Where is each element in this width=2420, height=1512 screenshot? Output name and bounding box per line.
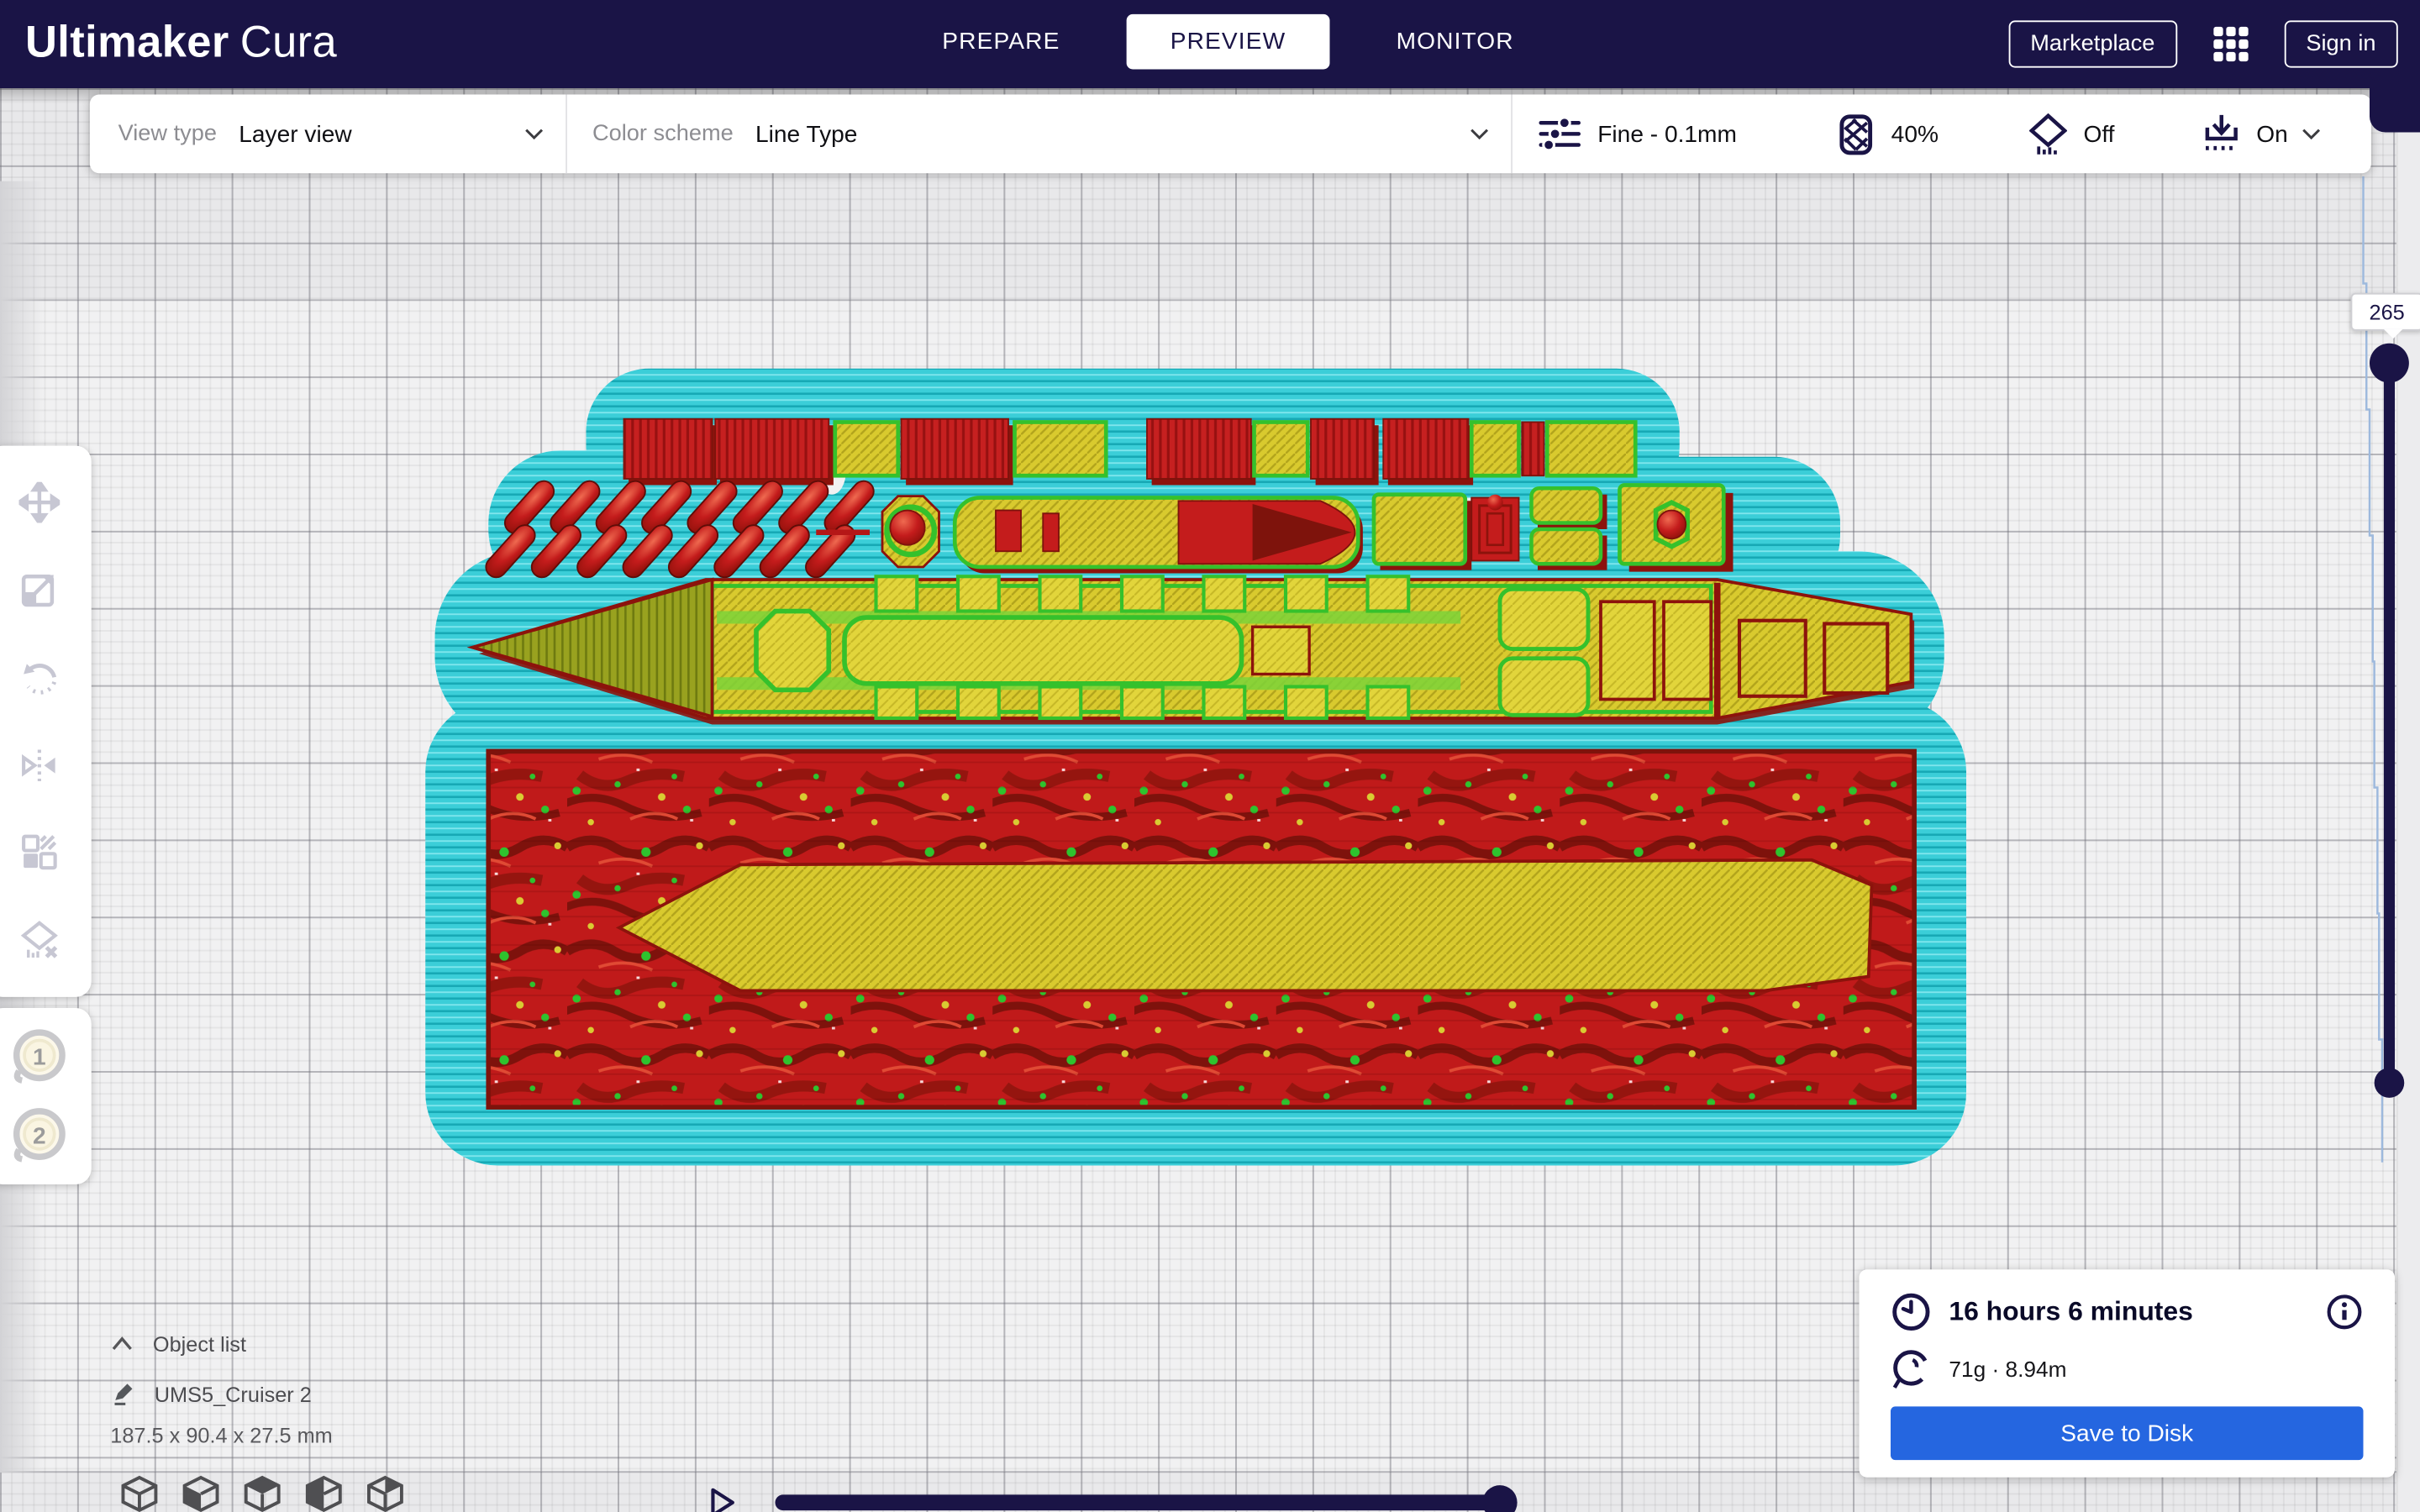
extruder-2-number: 2 [33,1121,46,1149]
view-3d-icon[interactable] [118,1474,161,1512]
mirror-tool-button[interactable] [8,733,71,796]
adhesion-value: On [2256,120,2288,148]
header-right-extension [2370,88,2420,133]
extruder-panel: 1 2 [0,1008,92,1184]
extruder-1-number: 1 [33,1043,46,1071]
main-header: Ultimaker Cura PREPARE PREVIEW MONITOR Ma… [0,0,2420,88]
color-scheme-label: Color scheme [592,121,734,147]
support-value: Off [2083,120,2115,148]
chevron-up-icon [112,1336,132,1351]
print-settings-sliders-icon [1539,116,1581,152]
object-list-item[interactable]: UMS5_Cruiser 2 [110,1373,333,1415]
infill-icon [1840,113,1873,155]
stage-tabs: PREPARE PREVIEW MONITOR [923,13,1534,70]
extruder-2-button[interactable]: 2 [8,1104,71,1167]
current-layer-value: 265 [2369,300,2405,324]
marketplace-button[interactable]: Marketplace [2008,20,2177,68]
view-type-value: Layer view [239,120,352,148]
tab-prepare[interactable]: PREPARE [923,14,1079,70]
color-scheme-dropdown[interactable]: Color scheme Line Type [567,94,1512,174]
move-tool-button[interactable] [8,470,71,533]
chevron-down-icon[interactable] [2302,128,2321,140]
material-spool-icon [1892,1350,1929,1389]
tool-panel [0,445,92,997]
preview-toolbar: View type Layer view Color scheme Line T… [89,94,2371,174]
logo-ultimaker: Ultimaker [25,17,229,66]
layer-slider-upper-handle[interactable] [2370,343,2409,383]
layer-slider-track[interactable] [2383,359,2395,1087]
rename-pencil-icon [114,1383,133,1405]
support-icon [2029,113,2068,154]
save-to-disk-button[interactable]: Save to Disk [1891,1406,2364,1461]
object-list-label: Object list [152,1331,247,1356]
color-scheme-value: Line Type [755,120,858,148]
per-model-settings-button[interactable] [8,822,71,885]
view-type-label: View type [118,121,218,147]
play-button[interactable] [709,1487,738,1512]
logo-cura: Cura [239,17,338,66]
info-icon[interactable] [2326,1293,2364,1331]
current-layer-tooltip: 265 [2350,292,2420,339]
clock-icon [1892,1293,1930,1331]
object-dimensions: 187.5 x 90.4 x 27.5 mm [110,1424,333,1448]
rotate-tool-button[interactable] [8,646,71,709]
app-logo: Ultimaker Cura [25,18,337,68]
object-list-panel: Object list UMS5_Cruiser 2 187.5 x 90.4 … [110,1323,333,1447]
view-front-icon[interactable] [180,1474,223,1512]
chevron-down-icon [525,129,544,140]
support-blocker-button[interactable] [8,909,71,972]
material-usage: 71g · 8.94m [1949,1356,2067,1382]
extruder-1-button[interactable]: 1 [8,1026,71,1089]
print-summary-card: 16 hours 6 minutes 71g · 8.94m Save to D… [1859,1269,2395,1478]
tab-monitor[interactable]: MONITOR [1377,14,1533,70]
object-name: UMS5_Cruiser 2 [154,1382,312,1406]
tab-preview[interactable]: PREVIEW [1126,13,1330,70]
sign-in-button[interactable]: Sign in [2284,20,2398,68]
print-time: 16 hours 6 minutes [1949,1296,2193,1326]
object-list-toggle[interactable]: Object list [110,1323,333,1364]
scale-tool-button[interactable] [8,559,71,622]
view-right-icon[interactable] [364,1474,407,1512]
print-profile-value: Fine - 0.1mm [1597,120,1737,148]
view-type-dropdown[interactable]: View type Layer view [90,94,567,174]
infill-value: 40% [1891,120,1939,148]
camera-view-buttons [118,1474,407,1512]
layer-slider-lower-handle[interactable] [2374,1068,2405,1098]
adhesion-icon [2205,113,2238,150]
view-top-icon[interactable] [241,1474,284,1512]
print-settings-summary[interactable]: Fine - 0.1mm 40% Off On [1512,95,2371,174]
chevron-down-icon [1470,129,1489,140]
cura-window: Ultimaker Cura PREPARE PREVIEW MONITOR Ma… [0,0,2420,1512]
view-left-icon[interactable] [302,1474,345,1512]
path-playback-slider[interactable] [775,1494,1503,1511]
app-switcher-icon[interactable] [2212,25,2249,63]
header-actions: Marketplace Sign in [2008,0,2398,88]
